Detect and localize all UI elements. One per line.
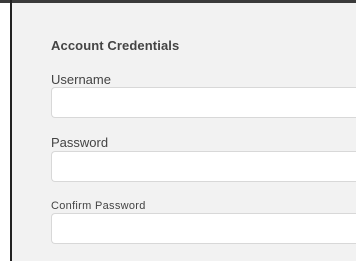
confirm-password-label: Confirm Password <box>51 200 146 212</box>
password-label: Password <box>51 135 109 150</box>
section-title: Account Credentials <box>51 38 180 53</box>
left-gutter <box>0 3 10 261</box>
username-label: Username <box>51 72 111 87</box>
username-input[interactable] <box>51 87 356 118</box>
confirm-password-input[interactable] <box>51 213 356 244</box>
password-input[interactable] <box>51 151 356 182</box>
